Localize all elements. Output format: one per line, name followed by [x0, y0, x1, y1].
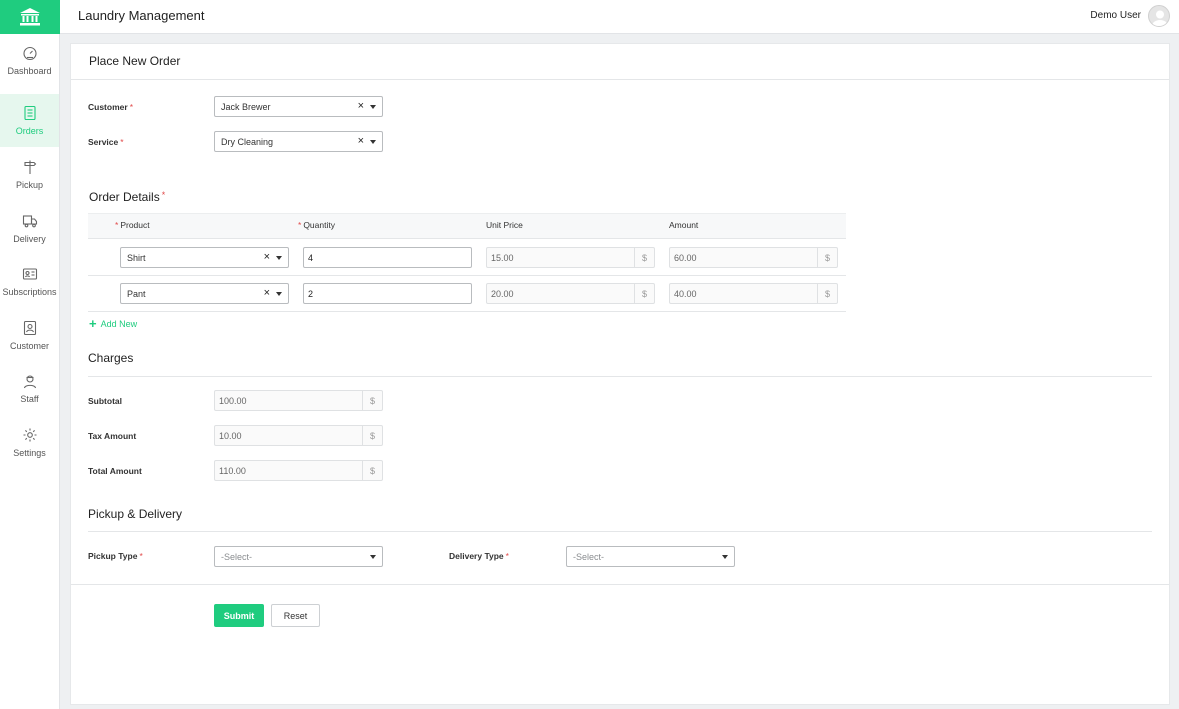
settings-icon — [23, 428, 36, 442]
customer-select[interactable]: Jack Brewer × — [214, 96, 383, 117]
divider — [88, 531, 1152, 532]
top-bar: Laundry Management Demo User — [0, 0, 1179, 34]
subtotal-label: Subtotal — [88, 396, 122, 406]
subscriptions-icon — [22, 268, 37, 280]
service-value: Dry Cleaning — [221, 137, 274, 147]
delivery-type-select[interactable]: -Select- — [566, 546, 735, 567]
sidebar-item-label: Delivery — [13, 234, 46, 244]
chevron-down-icon[interactable] — [370, 140, 376, 144]
sidebar-item-pickup[interactable]: Pickup — [0, 148, 59, 201]
sidebar: Dashboard Orders Pickup Delivery Subscri… — [0, 34, 60, 709]
total-amount-label: Total Amount — [88, 466, 142, 476]
sidebar-item-label: Orders — [15, 126, 44, 136]
delivery-icon — [22, 215, 37, 228]
subtotal-field: 100.00 $ — [214, 390, 383, 411]
sidebar-item-orders[interactable]: Orders — [0, 94, 59, 147]
delivery-type-label: Delivery Type * — [449, 551, 509, 561]
clear-icon[interactable]: × — [358, 100, 364, 112]
currency-addon: $ — [634, 248, 654, 267]
unit-price-field: 15.00 $ — [486, 247, 655, 268]
amount-field: 60.00 $ — [669, 247, 838, 268]
dashboard-icon — [22, 46, 37, 61]
sidebar-item-label: Pickup — [15, 180, 43, 190]
bank-icon — [20, 8, 40, 26]
submit-button[interactable]: Submit — [214, 604, 264, 627]
sidebar-item-label: Customer — [9, 341, 49, 351]
unit-price-header: Unit Price — [486, 220, 523, 230]
currency-addon: $ — [634, 284, 654, 303]
currency-addon: $ — [362, 391, 382, 410]
order-table-header — [88, 213, 846, 239]
row-divider — [88, 275, 846, 276]
user-avatar-icon — [1152, 10, 1168, 26]
logo[interactable] — [0, 0, 60, 34]
unit-price-field: 20.00 $ — [486, 283, 655, 304]
chevron-down-icon[interactable] — [370, 555, 376, 559]
sidebar-item-subscriptions[interactable]: Subscriptions — [0, 255, 59, 308]
tax-amount-field: 10.00 $ — [214, 425, 383, 446]
sidebar-item-staff[interactable]: Staff — [0, 362, 59, 415]
chevron-down-icon[interactable] — [276, 256, 282, 260]
product-select[interactable]: Shirt × — [120, 247, 289, 268]
customer-label: Customer * — [88, 102, 133, 112]
clear-icon[interactable]: × — [264, 251, 270, 263]
customer-value: Jack Brewer — [221, 102, 271, 112]
quantity-header: * Quantity — [298, 220, 335, 230]
amount-header: Amount — [669, 220, 699, 230]
currency-addon: $ — [817, 284, 837, 303]
plus-icon: + — [89, 316, 97, 331]
orders-icon — [23, 105, 36, 121]
divider — [71, 79, 1169, 80]
app-title: Laundry Management — [78, 8, 205, 23]
pickup-type-label: Pickup Type * — [88, 551, 143, 561]
sidebar-item-customer[interactable]: Customer — [0, 309, 59, 362]
currency-addon: $ — [817, 248, 837, 267]
user-name[interactable]: Demo User — [1090, 10, 1141, 21]
pickup-icon — [23, 160, 36, 174]
chevron-down-icon[interactable] — [276, 292, 282, 296]
service-label: Service * — [88, 137, 124, 147]
amount-field: 40.00 $ — [669, 283, 838, 304]
tax-amount-label: Tax Amount — [88, 431, 137, 441]
sidebar-item-delivery[interactable]: Delivery — [0, 202, 59, 255]
divider — [88, 376, 1152, 377]
currency-addon: $ — [362, 426, 382, 445]
avatar[interactable] — [1148, 5, 1170, 27]
reset-button[interactable]: Reset — [271, 604, 320, 627]
customer-icon — [23, 320, 36, 336]
row-divider — [88, 311, 846, 312]
order-details-title: Order Details * — [89, 190, 166, 204]
clear-icon[interactable]: × — [264, 287, 270, 299]
product-header: * Product — [115, 220, 150, 230]
divider — [71, 584, 1169, 585]
page-title: Place New Order — [89, 54, 181, 68]
pickup-delivery-title: Pickup & Delivery — [88, 507, 183, 521]
pickup-type-select[interactable]: -Select- — [214, 546, 383, 567]
total-amount-field: 110.00 $ — [214, 460, 383, 481]
product-select[interactable]: Pant × — [120, 283, 289, 304]
staff-icon — [23, 375, 36, 389]
service-select[interactable]: Dry Cleaning × — [214, 131, 383, 152]
sidebar-item-dashboard[interactable]: Dashboard — [0, 34, 59, 87]
quantity-input[interactable]: 2 — [303, 283, 472, 304]
charges-title: Charges — [88, 351, 134, 365]
chevron-down-icon[interactable] — [370, 105, 376, 109]
sidebar-item-label: Dashboard — [7, 66, 52, 76]
add-new-button[interactable]: + Add New — [89, 316, 137, 331]
currency-addon: $ — [362, 461, 382, 480]
quantity-input[interactable]: 4 — [303, 247, 472, 268]
sidebar-item-settings[interactable]: Settings — [0, 416, 59, 469]
sidebar-item-label: Subscriptions — [2, 287, 57, 297]
clear-icon[interactable]: × — [358, 135, 364, 147]
sidebar-item-label: Settings — [13, 448, 46, 458]
chevron-down-icon[interactable] — [722, 555, 728, 559]
sidebar-item-label: Staff — [20, 394, 39, 404]
